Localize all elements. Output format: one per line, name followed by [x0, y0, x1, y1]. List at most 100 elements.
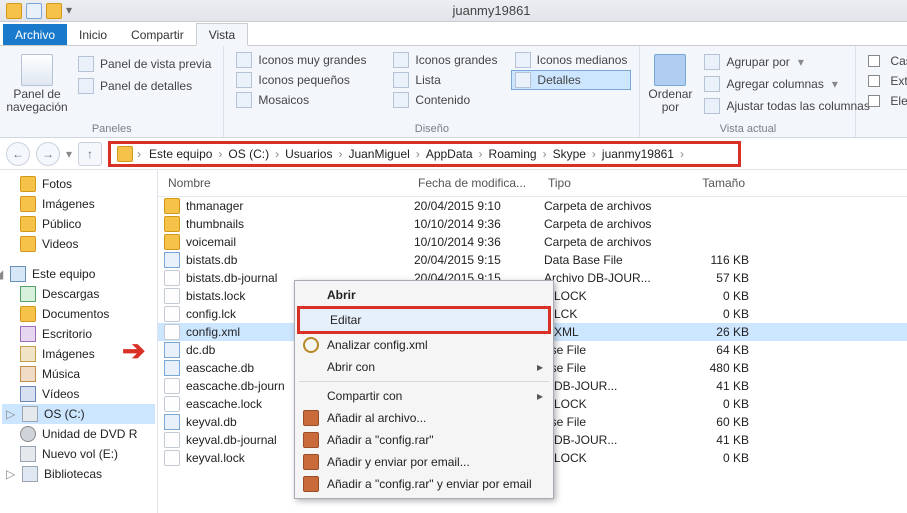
breadcrumb[interactable]: › Este equipo›OS (C:)›Usuarios›JuanMigue…: [108, 141, 741, 167]
breadcrumb-item[interactable]: Este equipo: [145, 145, 216, 163]
preview-pane-button[interactable]: Panel de vista previa: [74, 54, 215, 74]
checkboxes-toggle[interactable]: Casil: [864, 52, 907, 70]
file-list[interactable]: ➔ Nombre Fecha de modifica... Tipo Tamañ…: [158, 170, 907, 513]
hidden-toggle[interactable]: Elem: [864, 92, 907, 110]
rar-icon: [303, 454, 319, 470]
layout-list[interactable]: Lista: [389, 70, 509, 90]
breadcrumb-items: Este equipo›OS (C:)›Usuarios›JuanMiguel›…: [145, 147, 686, 161]
file-row[interactable]: thmanager20/04/2015 9:10Carpeta de archi…: [158, 197, 907, 215]
ctx-scan[interactable]: Analizar config.xml: [297, 334, 551, 356]
file-row[interactable]: voicemail10/10/2014 9:36Carpeta de archi…: [158, 233, 907, 251]
header-name[interactable]: Nombre: [164, 174, 414, 192]
layout-tiles[interactable]: Mosaicos: [232, 90, 387, 110]
column-headers[interactable]: Nombre Fecha de modifica... Tipo Tamaño: [158, 170, 907, 197]
layout-large[interactable]: Iconos grandes: [389, 50, 509, 70]
tree-item[interactable]: ▷Bibliotecas: [2, 464, 155, 484]
qat-dropdown-icon[interactable]: ▾: [66, 3, 82, 19]
file-icon: [164, 360, 180, 376]
breadcrumb-item[interactable]: AppData: [422, 145, 477, 163]
tree-item[interactable]: Unidad de DVD R: [2, 424, 155, 444]
ctx-open[interactable]: Abrir: [297, 284, 551, 306]
list-icon: [393, 72, 409, 88]
tree-item[interactable]: Documentos: [2, 304, 155, 324]
drive-icon: [20, 326, 36, 342]
file-icon: [164, 342, 180, 358]
tab-view[interactable]: Vista: [196, 23, 248, 46]
chevron-right-icon[interactable]: ›: [414, 147, 422, 161]
ctx-add-rar[interactable]: Añadir a "config.rar": [297, 429, 551, 451]
header-size[interactable]: Tamaño: [674, 174, 749, 192]
tab-share[interactable]: Compartir: [119, 24, 196, 45]
file-icon: [164, 306, 180, 322]
tree-item[interactable]: ▷OS (C:): [2, 404, 155, 424]
checkbox-icon: [868, 75, 880, 87]
extensions-toggle[interactable]: Exter: [864, 72, 907, 90]
breadcrumb-item[interactable]: Roaming: [485, 145, 541, 163]
breadcrumb-item[interactable]: JuanMiguel: [344, 145, 413, 163]
fit-columns-icon: [704, 98, 720, 114]
layout-medium[interactable]: Iconos medianos: [511, 50, 631, 70]
tree-item[interactable]: Nuevo vol (E:): [2, 444, 155, 464]
chevron-right-icon[interactable]: ›: [135, 147, 143, 161]
tree-item[interactable]: Videos: [2, 234, 155, 254]
navigation-pane-button[interactable]: Panel de navegación: [8, 50, 66, 121]
ctx-share-with[interactable]: Compartir con▸: [297, 385, 551, 407]
group-by-button[interactable]: Agrupar por▾: [700, 52, 873, 72]
tab-file[interactable]: Archivo: [3, 24, 67, 45]
ctx-send-email[interactable]: Añadir y enviar por email...: [297, 451, 551, 473]
tree-item[interactable]: Música: [2, 364, 155, 384]
layout-content[interactable]: Contenido: [389, 90, 509, 110]
breadcrumb-item[interactable]: OS (C:): [224, 145, 273, 163]
expand-icon[interactable]: ▷: [6, 467, 16, 481]
add-columns-button[interactable]: Agregar columnas▾: [700, 74, 873, 94]
breadcrumb-item[interactable]: Usuarios: [281, 145, 336, 163]
file-icon: [164, 378, 180, 394]
file-icon: [164, 252, 180, 268]
drive-icon: [20, 366, 36, 382]
chevron-right-icon[interactable]: ›: [273, 147, 281, 161]
file-row[interactable]: thumbnails10/10/2014 9:36Carpeta de arch…: [158, 215, 907, 233]
checkbox-icon: [868, 95, 880, 107]
header-type[interactable]: Tipo: [544, 174, 674, 192]
file-icon: [164, 414, 180, 430]
quick-access-toolbar: ▾: [6, 3, 82, 19]
header-date[interactable]: Fecha de modifica...: [414, 174, 544, 192]
tree-item[interactable]: Fotos: [2, 174, 155, 194]
fit-columns-button[interactable]: Ajustar todas las columnas: [700, 96, 873, 116]
chevron-right-icon[interactable]: ›: [541, 147, 549, 161]
layout-details[interactable]: Detalles: [511, 70, 631, 90]
file-icon: [164, 450, 180, 466]
breadcrumb-item[interactable]: juanmy19861: [598, 145, 678, 163]
details-pane-button[interactable]: Panel de detalles: [74, 76, 215, 96]
expand-icon[interactable]: ▷: [6, 407, 16, 421]
tree-item[interactable]: Imágenes: [2, 194, 155, 214]
chevron-right-icon[interactable]: ›: [477, 147, 485, 161]
ctx-open-with[interactable]: Abrir con▸: [297, 356, 551, 378]
open-icon[interactable]: [46, 3, 62, 19]
tree-item[interactable]: Vídeos: [2, 384, 155, 404]
tree-item[interactable]: Descargas: [2, 284, 155, 304]
layout-small[interactable]: Iconos pequeños: [232, 70, 387, 90]
ctx-edit[interactable]: Editar: [297, 306, 551, 334]
rar-icon: [303, 432, 319, 448]
back-button[interactable]: ←: [6, 142, 30, 166]
drive-icon: [20, 346, 36, 362]
expand-icon[interactable]: ◢: [0, 267, 4, 281]
history-dropdown[interactable]: ▾: [66, 147, 72, 161]
forward-button[interactable]: →: [36, 142, 60, 166]
chevron-right-icon[interactable]: ›: [678, 147, 686, 161]
layout-extra-large[interactable]: Iconos muy grandes: [232, 50, 387, 70]
sort-by-button[interactable]: Ordenar por: [648, 50, 692, 121]
tree-item[interactable]: Público: [2, 214, 155, 234]
submenu-arrow-icon: ▸: [537, 360, 543, 374]
ctx-send-rar-email[interactable]: Añadir a "config.rar" y enviar por email: [297, 473, 551, 495]
breadcrumb-item[interactable]: Skype: [549, 145, 590, 163]
file-row[interactable]: bistats.db20/04/2015 9:15Data Base File1…: [158, 251, 907, 269]
up-button[interactable]: ↑: [78, 142, 102, 166]
chevron-right-icon[interactable]: ›: [590, 147, 598, 161]
properties-icon[interactable]: [26, 3, 42, 19]
ctx-add-archive[interactable]: Añadir al archivo...: [297, 407, 551, 429]
tree-this-pc[interactable]: ◢Este equipo: [2, 264, 155, 284]
tab-home[interactable]: Inicio: [67, 24, 119, 45]
drive-icon: [20, 386, 36, 402]
